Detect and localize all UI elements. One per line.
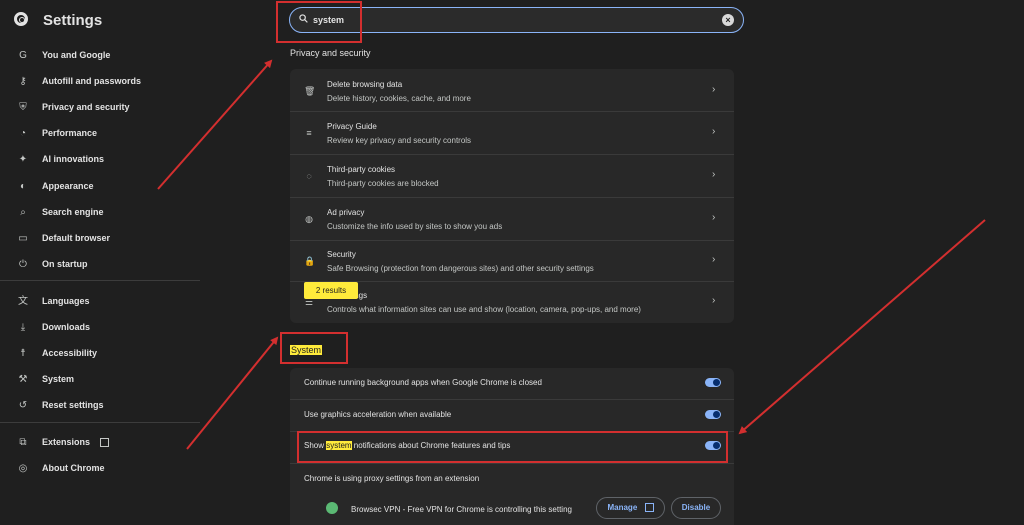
arrow-to-search <box>157 59 273 190</box>
annotation-arrows <box>157 59 986 450</box>
arrow-to-system-title <box>186 336 279 450</box>
arrow-to-notifications <box>738 219 986 435</box>
